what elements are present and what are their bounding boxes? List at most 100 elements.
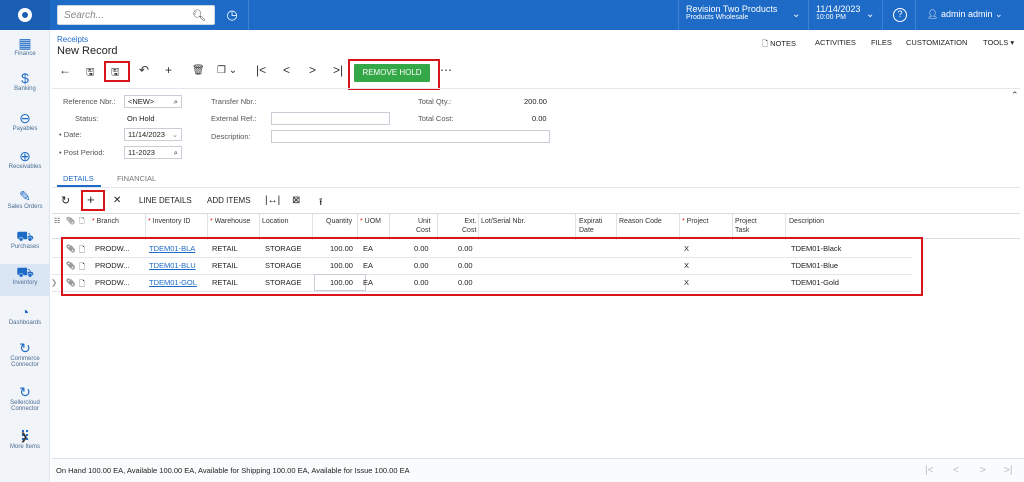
nav-item-8[interactable]: ↻ Commerce Connector	[0, 340, 50, 378]
refresh-icon[interactable]: ↻	[61, 194, 70, 207]
breadcrumb[interactable]: Receipts	[57, 35, 88, 44]
acumatica-logo[interactable]	[0, 0, 50, 30]
search-icon[interactable]: ⌕	[174, 147, 178, 158]
expand-nav-icon[interactable]: ❯	[20, 432, 28, 443]
add-items-button[interactable]: ADD ITEMS	[207, 196, 251, 205]
col-inventory-id[interactable]: * Inventory ID	[148, 217, 190, 226]
tools-label: TOOLS	[983, 38, 1009, 47]
time-value: 10:00 PM	[816, 14, 846, 21]
col-description[interactable]: Description	[789, 217, 824, 226]
previous-page-icon[interactable]: <	[953, 465, 959, 476]
sync-icon: ↻	[19, 340, 31, 356]
nav-item-6[interactable]: ⛟ Inventory	[0, 264, 50, 296]
col-unit-cost[interactable]: Unit Cost	[416, 217, 430, 235]
previous-record-icon[interactable]: <	[283, 63, 290, 77]
plus-circle-icon: ⊕	[19, 148, 31, 164]
nav-item-7[interactable]: ◔ Dashboards	[0, 304, 50, 334]
tools-link[interactable]: TOOLS ▾	[983, 38, 1014, 47]
col-ext-cost-l2: Cost	[462, 227, 477, 234]
nav-label: Payables	[12, 126, 38, 132]
chevron-down-icon[interactable]: ⌄	[866, 9, 874, 20]
customization-link[interactable]: CUSTOMIZATION	[906, 38, 967, 47]
line-details-button[interactable]: LINE DETAILS	[139, 196, 192, 205]
nav-item-1[interactable]: $ Banking	[0, 70, 50, 102]
activities-link[interactable]: ACTIVITIES	[815, 38, 856, 47]
col-project-task-l1: Project	[735, 218, 757, 225]
files-link[interactable]: FILES	[871, 38, 892, 47]
col-project[interactable]: * Project	[682, 217, 708, 226]
next-record-icon[interactable]: >	[309, 63, 316, 77]
collapse-icon[interactable]: ⌃	[1011, 90, 1019, 101]
description-field[interactable]	[271, 130, 550, 143]
business-date[interactable]: 11/14/2023 10:00 PM	[816, 4, 860, 21]
history-icon[interactable]: ◷	[222, 5, 242, 25]
divider	[248, 0, 249, 30]
first-page-icon[interactable]: |<	[925, 465, 933, 476]
branch-name: Products Wholesale	[686, 14, 749, 21]
user-name: admin admin	[940, 9, 993, 19]
col-ext-cost[interactable]: Ext. Cost	[462, 217, 476, 235]
date-field[interactable]: 11/14/2023 ⌄	[124, 128, 182, 141]
save-and-close-icon[interactable]: 🖫︎	[86, 65, 95, 82]
nav-item-5[interactable]: ⛟ Purchases	[0, 228, 50, 260]
add-icon[interactable]: +	[165, 63, 172, 77]
col-location[interactable]: Location	[262, 217, 288, 226]
col-project-task[interactable]: Project Task	[735, 217, 757, 235]
row-settings-icon[interactable]: ☷	[54, 217, 60, 226]
external-ref-field[interactable]	[271, 112, 390, 125]
cart-icon: ⛟	[16, 228, 34, 244]
copy-paste-icon[interactable]: ❐ ⌄	[217, 65, 237, 76]
export-excel-icon[interactable]: ⊠	[292, 195, 300, 206]
col-quantity[interactable]: Quantity	[326, 217, 352, 226]
col-uom[interactable]: * UOM	[360, 217, 381, 226]
date-label: • Date:	[59, 130, 82, 139]
col-expiration[interactable]: Expirati Date	[579, 217, 602, 235]
col-uom-label: UOM	[364, 218, 382, 225]
search-placeholder: Search...	[64, 10, 105, 21]
row-selector-icon[interactable]: ❯	[51, 278, 57, 287]
last-page-icon[interactable]: >|	[1004, 465, 1012, 476]
search-icon[interactable]: ⌕	[174, 96, 178, 107]
last-record-icon[interactable]: >|	[333, 63, 343, 77]
notes-link[interactable]: 🗋︎ NOTES	[762, 38, 796, 51]
col-branch[interactable]: * Branch	[92, 217, 119, 226]
chevron-down-icon[interactable]: ⌄	[172, 129, 178, 140]
col-branch-label: Branch	[96, 218, 119, 225]
user-menu[interactable]: 👤︎ admin admin ⌄	[927, 9, 1003, 20]
nav-item-9[interactable]: ↻ Sellercloud Connector	[0, 384, 50, 424]
post-period-field[interactable]: 11-2023 ⌕	[124, 146, 182, 159]
nav-label: Banking	[14, 86, 36, 92]
undo-icon[interactable]: ↶	[139, 63, 149, 77]
notes-icon: 🗋︎	[79, 218, 85, 225]
fit-columns-icon[interactable]: |↔|	[265, 195, 280, 206]
notes-label: NOTES	[770, 39, 796, 48]
nav-item-4[interactable]: ✎ Sales Orders	[0, 188, 50, 222]
first-record-icon[interactable]: |<	[256, 63, 266, 77]
search-input[interactable]: Search... 🔍︎	[57, 5, 215, 25]
chevron-down-icon[interactable]: ⌄	[792, 9, 800, 20]
help-icon[interactable]: ?	[893, 8, 907, 22]
delete-row-icon[interactable]: ✕	[113, 195, 121, 206]
col-reason-code[interactable]: Reason Code	[619, 217, 662, 226]
highlight-save	[104, 61, 130, 82]
nav-item-2[interactable]: ⊖ Payables	[0, 110, 50, 142]
grid-header: ☷ 📎︎ 🗋︎ * Branch * Inventory ID * Wareho…	[52, 213, 1020, 240]
tab-details[interactable]: DETAILS	[63, 174, 94, 183]
nav-item-3[interactable]: ⊕ Receivables	[0, 148, 50, 182]
edit-icon: ✎	[19, 188, 31, 204]
nav-label: Sellercloud Connector	[10, 400, 40, 412]
upload-icon[interactable]: ⭱	[319, 195, 323, 212]
search-icon[interactable]: 🔍︎	[192, 9, 206, 22]
nav-item-0[interactable]: ▦ Finance	[0, 35, 50, 65]
col-warehouse[interactable]: * Warehouse	[210, 217, 250, 226]
delete-icon[interactable]: 🗑︎	[192, 65, 205, 76]
tenant-selector[interactable]: Revision Two Products Products Wholesale	[686, 4, 777, 21]
reference-nbr-field[interactable]: <NEW> ⌕	[124, 95, 182, 108]
col-warehouse-label: Warehouse	[214, 218, 251, 225]
more-icon[interactable]: ⋯	[440, 63, 452, 77]
col-lot-serial[interactable]: Lot/Serial Nbr.	[481, 217, 525, 226]
back-icon[interactable]: ←	[59, 63, 71, 77]
next-page-icon[interactable]: >	[980, 465, 986, 476]
post-period-label-text: Post Period:	[63, 148, 105, 157]
tab-financial[interactable]: FINANCIAL	[117, 174, 156, 183]
